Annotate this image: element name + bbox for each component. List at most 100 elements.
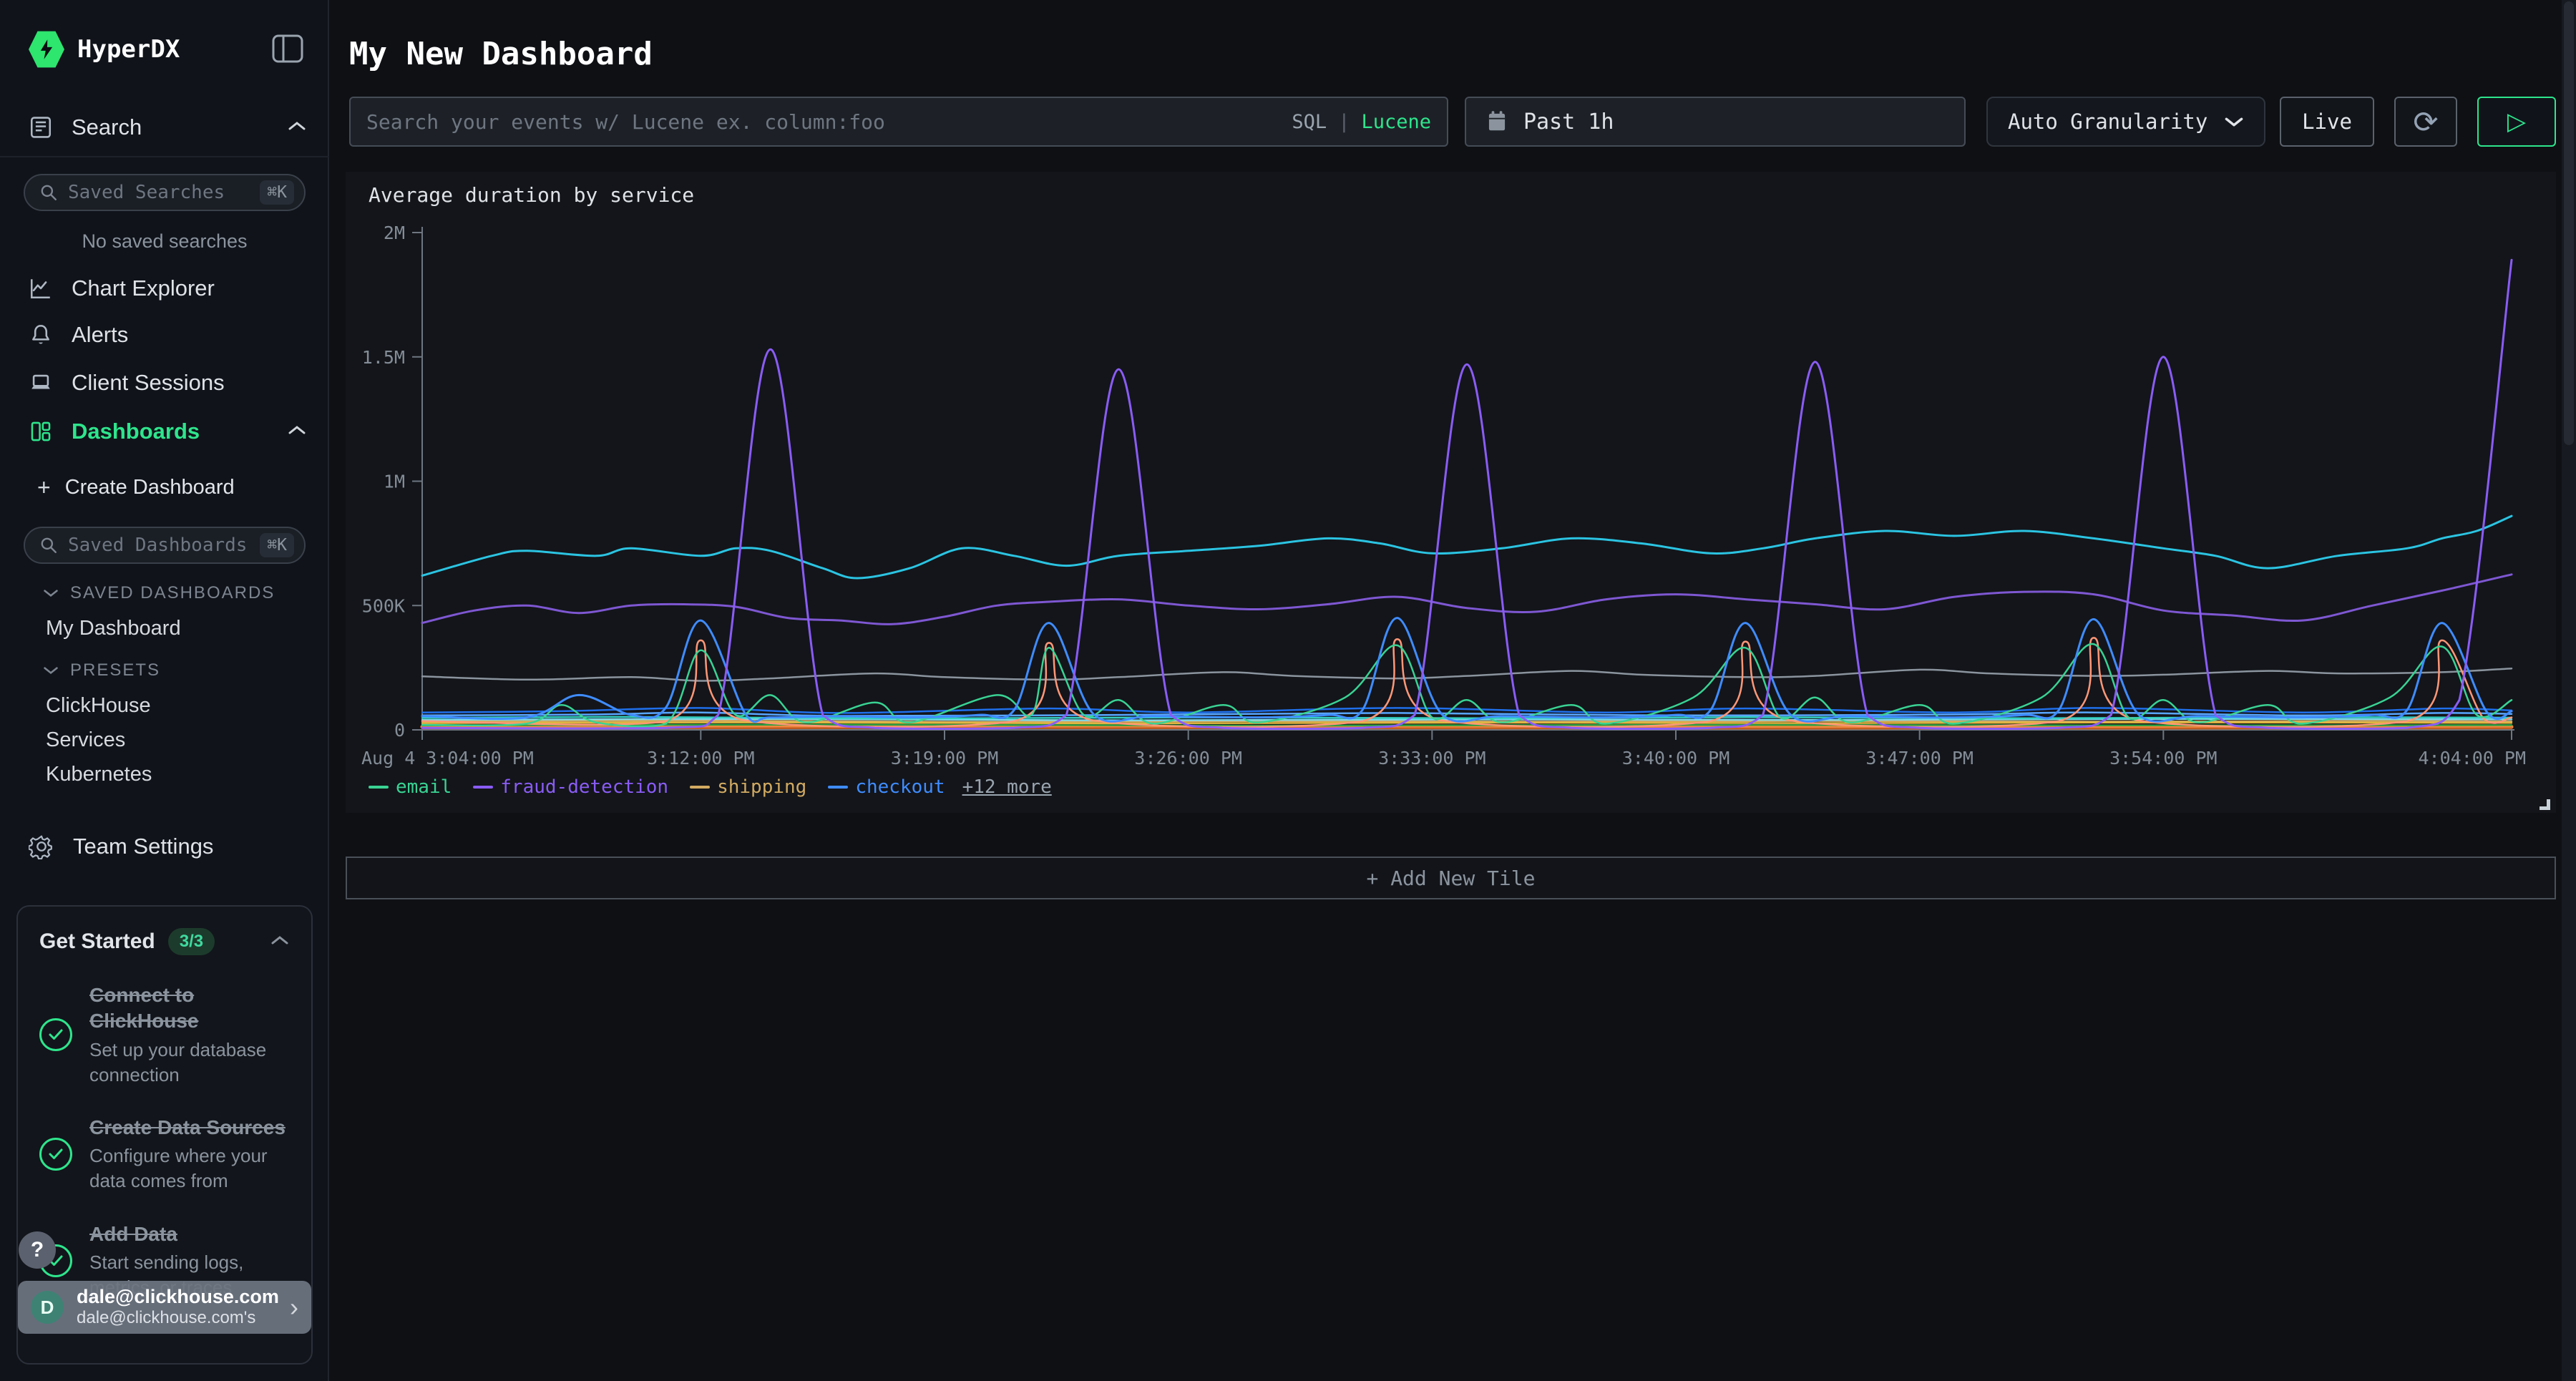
get-started-item-sources[interactable]: Create Data Sources Configure where your… [39, 1115, 290, 1194]
y-tick-label: 2M [384, 223, 405, 243]
laptop-icon [29, 371, 53, 395]
search-icon [39, 536, 58, 555]
saved-dashboards-input[interactable] [68, 535, 260, 556]
app-name: HyperDX [77, 35, 180, 64]
chevron-down-icon [43, 588, 59, 598]
x-tick-label: 3:19:00 PM [891, 748, 999, 768]
x-tick-label: 3:47:00 PM [1865, 748, 1974, 768]
sql-toggle[interactable]: SQL [1292, 111, 1327, 133]
sidebar-item-chart-explorer[interactable]: Chart Explorer [29, 270, 306, 307]
create-dashboard-label: Create Dashboard [65, 476, 235, 499]
sidebar-item-kubernetes[interactable]: Kubernetes [46, 763, 152, 786]
chart-line-checkout [422, 618, 2512, 722]
sidebar-item-my-dashboard[interactable]: My Dashboard [46, 617, 181, 640]
saved-dashboards-searchbox[interactable]: ⌘K [24, 527, 306, 564]
legend-swatch [828, 786, 848, 789]
nav-label: Dashboards [72, 419, 200, 444]
lucene-toggle[interactable]: Lucene [1361, 111, 1431, 133]
granularity-value: Auto Granularity [2008, 109, 2207, 134]
add-new-tile-button[interactable]: + Add New Tile [346, 857, 2556, 899]
plus-icon: + [37, 474, 51, 501]
sidebar: HyperDX Search ⌘K No saved searches Char… [0, 0, 329, 1381]
saved-searches-input[interactable] [68, 182, 260, 203]
legend-item-fraud-detection[interactable]: fraud-detection [473, 776, 668, 798]
get-started-progress-badge: 3/3 [168, 928, 215, 955]
event-search-input[interactable] [366, 110, 1292, 134]
chart-line-unnamed-cyan [422, 516, 2512, 578]
get-started-item-title: Connect to ClickHouse [89, 982, 290, 1035]
section-label: SAVED DASHBOARDS [70, 583, 275, 603]
chart-explorer-icon [29, 276, 53, 301]
chevron-up-icon[interactable] [270, 935, 290, 950]
hyperdx-logo-icon [29, 30, 64, 69]
event-search-bar[interactable]: SQL | Lucene [349, 97, 1448, 147]
nav-label: Alerts [72, 322, 128, 348]
team-settings-label: Team Settings [73, 834, 213, 859]
legend-label: email [396, 776, 452, 798]
presets-section-header[interactable]: PRESETS [43, 660, 160, 680]
no-saved-searches-text: No saved searches [0, 230, 329, 253]
toggle-divider: | [1338, 111, 1350, 133]
x-tick-label: 3:54:00 PM [2109, 748, 2218, 768]
legend-swatch [369, 786, 389, 789]
app-logo[interactable]: HyperDX [29, 30, 180, 69]
refresh-button[interactable]: ⟳ [2394, 97, 2457, 147]
scrollbar-thumb[interactable] [2564, 1, 2574, 445]
shortcut-badge: ⌘K [260, 180, 294, 205]
page-title: My New Dashboard [349, 36, 653, 72]
sidebar-item-dashboards[interactable]: Dashboards [29, 413, 306, 450]
legend-item-checkout[interactable]: checkout [828, 776, 945, 798]
sidebar-item-team-settings[interactable]: Team Settings [29, 828, 306, 865]
tile-resize-handle[interactable] [2540, 799, 2550, 810]
y-tick-label: 1.5M [362, 347, 405, 368]
gear-icon [29, 834, 54, 859]
saved-searches-searchbox[interactable]: ⌘K [24, 174, 306, 211]
x-tick-label: Aug 4 3:04:00 PM [361, 748, 534, 768]
legend-item-shipping[interactable]: shipping [690, 776, 806, 798]
search-icon [39, 183, 58, 202]
granularity-select[interactable]: Auto Granularity [1986, 97, 2265, 147]
time-range-value: Past 1h [1523, 109, 1614, 135]
run-query-button[interactable]: ▷ [2477, 97, 2556, 147]
duration-line-chart: 2M1.5M1M500K0Aug 4 3:04:00 PM3:12:00 PM3… [346, 172, 2556, 773]
sidebar-item-client-sessions[interactable]: Client Sessions [29, 364, 306, 401]
get-started-item-connect[interactable]: Connect to ClickHouse Set up your databa… [39, 982, 290, 1088]
page-scrollbar[interactable] [2562, 0, 2576, 1381]
chevron-up-icon[interactable] [288, 120, 306, 135]
help-button[interactable]: ? [19, 1231, 56, 1269]
create-dashboard-button[interactable]: + Create Dashboard [37, 474, 235, 501]
user-team: dale@clickhouse.com's [77, 1308, 277, 1329]
chevron-down-icon [2224, 116, 2244, 128]
chevron-up-icon[interactable] [288, 424, 306, 439]
legend-label: shipping [717, 776, 806, 798]
dashboard-tile[interactable]: Average duration by service 2M1.5M1M500K… [346, 172, 2556, 813]
live-button[interactable]: Live [2280, 97, 2374, 147]
sidebar-item-services[interactable]: Services [46, 728, 125, 752]
shortcut-badge: ⌘K [260, 533, 294, 557]
legend-item-email[interactable]: email [369, 776, 452, 798]
user-menu[interactable]: D dale@clickhouse.com dale@clickhouse.co… [18, 1281, 311, 1334]
x-tick-label: 3:33:00 PM [1378, 748, 1486, 768]
saved-dashboards-section-header[interactable]: SAVED DASHBOARDS [43, 583, 275, 603]
sidebar-item-search[interactable]: Search [29, 109, 306, 146]
sidebar-item-alerts[interactable]: Alerts [29, 316, 306, 353]
calendar-icon [1486, 110, 1508, 133]
user-email: dale@clickhouse.com [77, 1286, 277, 1308]
legend-more-link[interactable]: +12 more [962, 776, 1052, 798]
sidebar-collapse-icon[interactable] [272, 34, 303, 63]
chart-legend: email fraud-detection shipping checkout +12 … [369, 776, 1052, 798]
chart-line-unnamed-orange-base [422, 726, 2512, 727]
legend-swatch [690, 786, 710, 789]
legend-swatch [473, 786, 493, 789]
journal-icon [29, 115, 53, 140]
play-icon: ▷ [2507, 107, 2526, 136]
y-tick-label: 0 [394, 720, 405, 741]
x-tick-label: 4:04:00 PM [2418, 748, 2526, 768]
sidebar-item-clickhouse[interactable]: ClickHouse [46, 694, 151, 718]
x-tick-label: 3:26:00 PM [1134, 748, 1242, 768]
chart-line-unnamed-blue-low [422, 708, 2512, 713]
get-started-item-desc: Set up your database connection [89, 1038, 290, 1088]
get-started-item-desc: Configure where your data comes from [89, 1143, 290, 1194]
time-range-picker[interactable]: Past 1h [1465, 97, 1966, 147]
sidebar-divider [0, 156, 329, 157]
